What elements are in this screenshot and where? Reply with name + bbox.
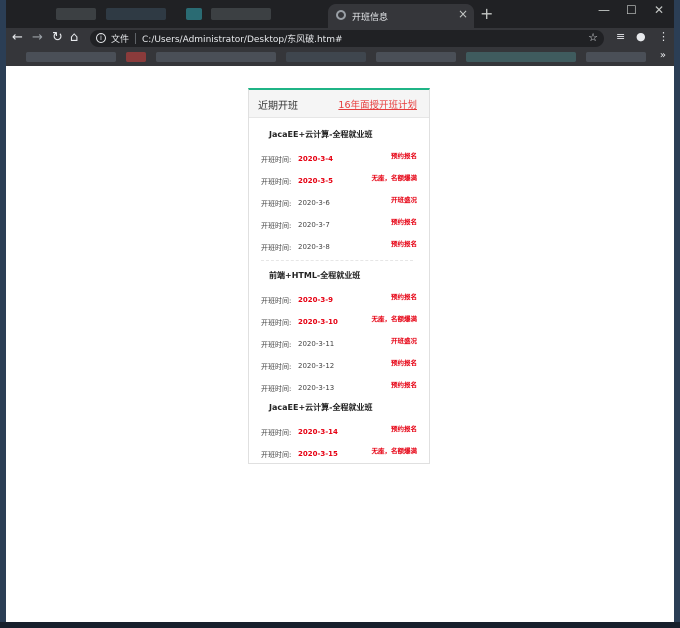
tab-strip: 开班信息 × + — ☐ ✕ [6, 0, 674, 28]
status-link[interactable]: 无座，名额爆满 [372, 445, 418, 455]
start-time-label: 开班时间: [261, 429, 292, 437]
panel-title: 近期开班 [258, 101, 298, 112]
close-tab-icon[interactable]: × [458, 7, 468, 21]
bookmarks-overflow-button[interactable]: » [660, 50, 666, 61]
blurred-bookmark[interactable] [376, 52, 456, 62]
tab-title: 开班信息 [352, 13, 389, 23]
start-date: 2020-3-15 [298, 450, 338, 458]
page-favicon-icon [336, 10, 346, 20]
status-link[interactable]: 开班盛况 [391, 335, 417, 345]
address-separator [135, 33, 136, 44]
new-tab-button[interactable]: + [480, 4, 493, 23]
status-link[interactable]: 预约报名 [391, 238, 417, 248]
start-time-label: 开班时间: [261, 319, 292, 327]
class-row: 开班时间: 2020-3-5 无座，名额爆满 [261, 172, 418, 189]
start-time-label: 开班时间: [261, 385, 292, 393]
start-date: 2020-3-12 [298, 362, 335, 370]
start-date: 2020-3-10 [298, 318, 338, 326]
recent-classes-panel: 近期开班 16年面授开班计划 JacaEE+云计算-全程就业班 开班时间: 2020… [248, 88, 430, 464]
start-time-label: 开班时间: [261, 363, 292, 371]
info-icon[interactable]: i [96, 33, 106, 43]
home-button[interactable]: ⌂ [70, 30, 78, 46]
start-time-label: 开班时间: [261, 178, 292, 186]
course-title: JacaEE+云计算-全程就业班 [269, 130, 373, 139]
bookmarks-bar: » [6, 48, 674, 66]
start-date: 2020-3-9 [298, 296, 334, 304]
status-link[interactable]: 预约报名 [391, 291, 417, 301]
status-link[interactable]: 无座，名额爆满 [372, 313, 418, 323]
start-time-label: 开班时间: [261, 200, 292, 208]
class-row: 开班时间: 2020-3-11 开班盛况 [261, 335, 417, 352]
reload-button[interactable]: ↻ [52, 30, 63, 46]
panel-header: 近期开班 16年面授开班计划 [249, 90, 429, 118]
class-row: 开班时间: 2020-3-14 预约报名 [261, 423, 417, 440]
media-queue-icon[interactable]: ≡ [616, 30, 625, 43]
status-link[interactable]: 预约报名 [391, 216, 417, 226]
status-link[interactable]: 预约报名 [391, 379, 417, 389]
start-time-label: 开班时间: [261, 244, 292, 252]
tab-active[interactable]: 开班信息 × [328, 4, 474, 28]
start-date: 2020-3-13 [298, 384, 335, 392]
menu-icon[interactable]: ⋮ [658, 30, 669, 43]
blurred-tab[interactable] [186, 8, 202, 20]
blurred-tab[interactable] [106, 8, 166, 20]
status-link[interactable]: 无座，名额爆满 [372, 172, 418, 182]
profile-avatar-icon[interactable]: ● [636, 30, 646, 43]
blurred-bookmark[interactable] [466, 52, 576, 62]
page-viewport: 近期开班 16年面授开班计划 JacaEE+云计算-全程就业班 开班时间: 2020… [6, 66, 674, 622]
start-date: 2020-3-11 [298, 340, 335, 348]
class-row: 开班时间: 2020-3-8 预约报名 [261, 238, 417, 255]
address-bar[interactable]: i 文件 C:/Users/Administrator/Desktop/东风破.… [90, 30, 604, 47]
desktop-background-bottom [0, 622, 680, 628]
start-date: 2020-3-8 [298, 243, 330, 251]
blurred-bookmark[interactable] [126, 52, 146, 62]
blurred-bookmark[interactable] [26, 52, 116, 62]
start-date: 2020-3-4 [298, 155, 334, 163]
maximize-button[interactable]: ☐ [626, 3, 637, 17]
status-link[interactable]: 预约报名 [391, 357, 417, 367]
blurred-bookmark[interactable] [586, 52, 646, 62]
blurred-tab[interactable] [56, 8, 96, 20]
class-row: 开班时间: 2020-3-7 预约报名 [261, 216, 417, 233]
class-row: 开班时间: 2020-3-4 预约报名 [261, 150, 417, 167]
class-row: 开班时间: 2020-3-15 无座，名额爆满 [261, 445, 418, 462]
back-button[interactable]: ← [12, 30, 23, 46]
class-row: 开班时间: 2020-3-10 无座，名额爆满 [261, 313, 418, 330]
status-link[interactable]: 开班盛况 [391, 194, 417, 204]
browser-toolbar: ← → ↻ ⌂ i 文件 C:/Users/Administrator/Desk… [6, 28, 674, 48]
desktop-background-right [674, 0, 680, 628]
blurred-tab[interactable] [211, 8, 271, 20]
start-time-label: 开班时间: [261, 156, 292, 164]
start-time-label: 开班时间: [261, 451, 292, 459]
start-time-label: 开班时间: [261, 297, 292, 305]
minimize-button[interactable]: — [598, 3, 610, 17]
start-time-label: 开班时间: [261, 341, 292, 349]
close-window-button[interactable]: ✕ [654, 3, 664, 17]
start-date: 2020-3-5 [298, 177, 334, 185]
start-date: 2020-3-7 [298, 221, 330, 229]
status-link[interactable]: 预约报名 [391, 150, 417, 160]
start-date: 2020-3-14 [298, 428, 338, 436]
browser-window: 开班信息 × + — ☐ ✕ ← → ↻ ⌂ i 文件 C:/Users/Adm… [6, 0, 674, 622]
class-row: 开班时间: 2020-3-9 预约报名 [261, 291, 417, 308]
scheme-label: 文件 [111, 35, 130, 45]
url-text[interactable]: C:/Users/Administrator/Desktop/东风破.htm# [142, 32, 343, 45]
bookmark-star-icon[interactable]: ☆ [588, 31, 598, 44]
class-row: 开班时间: 2020-3-13 预约报名 [261, 379, 417, 396]
forward-button[interactable]: → [32, 30, 43, 46]
blurred-bookmark[interactable] [156, 52, 276, 62]
blurred-bookmark[interactable] [286, 52, 366, 62]
course-title: JacaEE+云计算-全程就业班 [269, 403, 373, 412]
start-time-label: 开班时间: [261, 222, 292, 230]
start-date: 2020-3-6 [298, 199, 330, 207]
course-title: 前端+HTML-全程就业班 [269, 271, 361, 280]
class-row: 开班时间: 2020-3-12 预约报名 [261, 357, 417, 374]
plan-link[interactable]: 16年面授开班计划 [338, 97, 417, 111]
section-divider [261, 260, 413, 261]
status-link[interactable]: 预约报名 [391, 423, 417, 433]
class-row: 开班时间: 2020-3-6 开班盛况 [261, 194, 417, 211]
